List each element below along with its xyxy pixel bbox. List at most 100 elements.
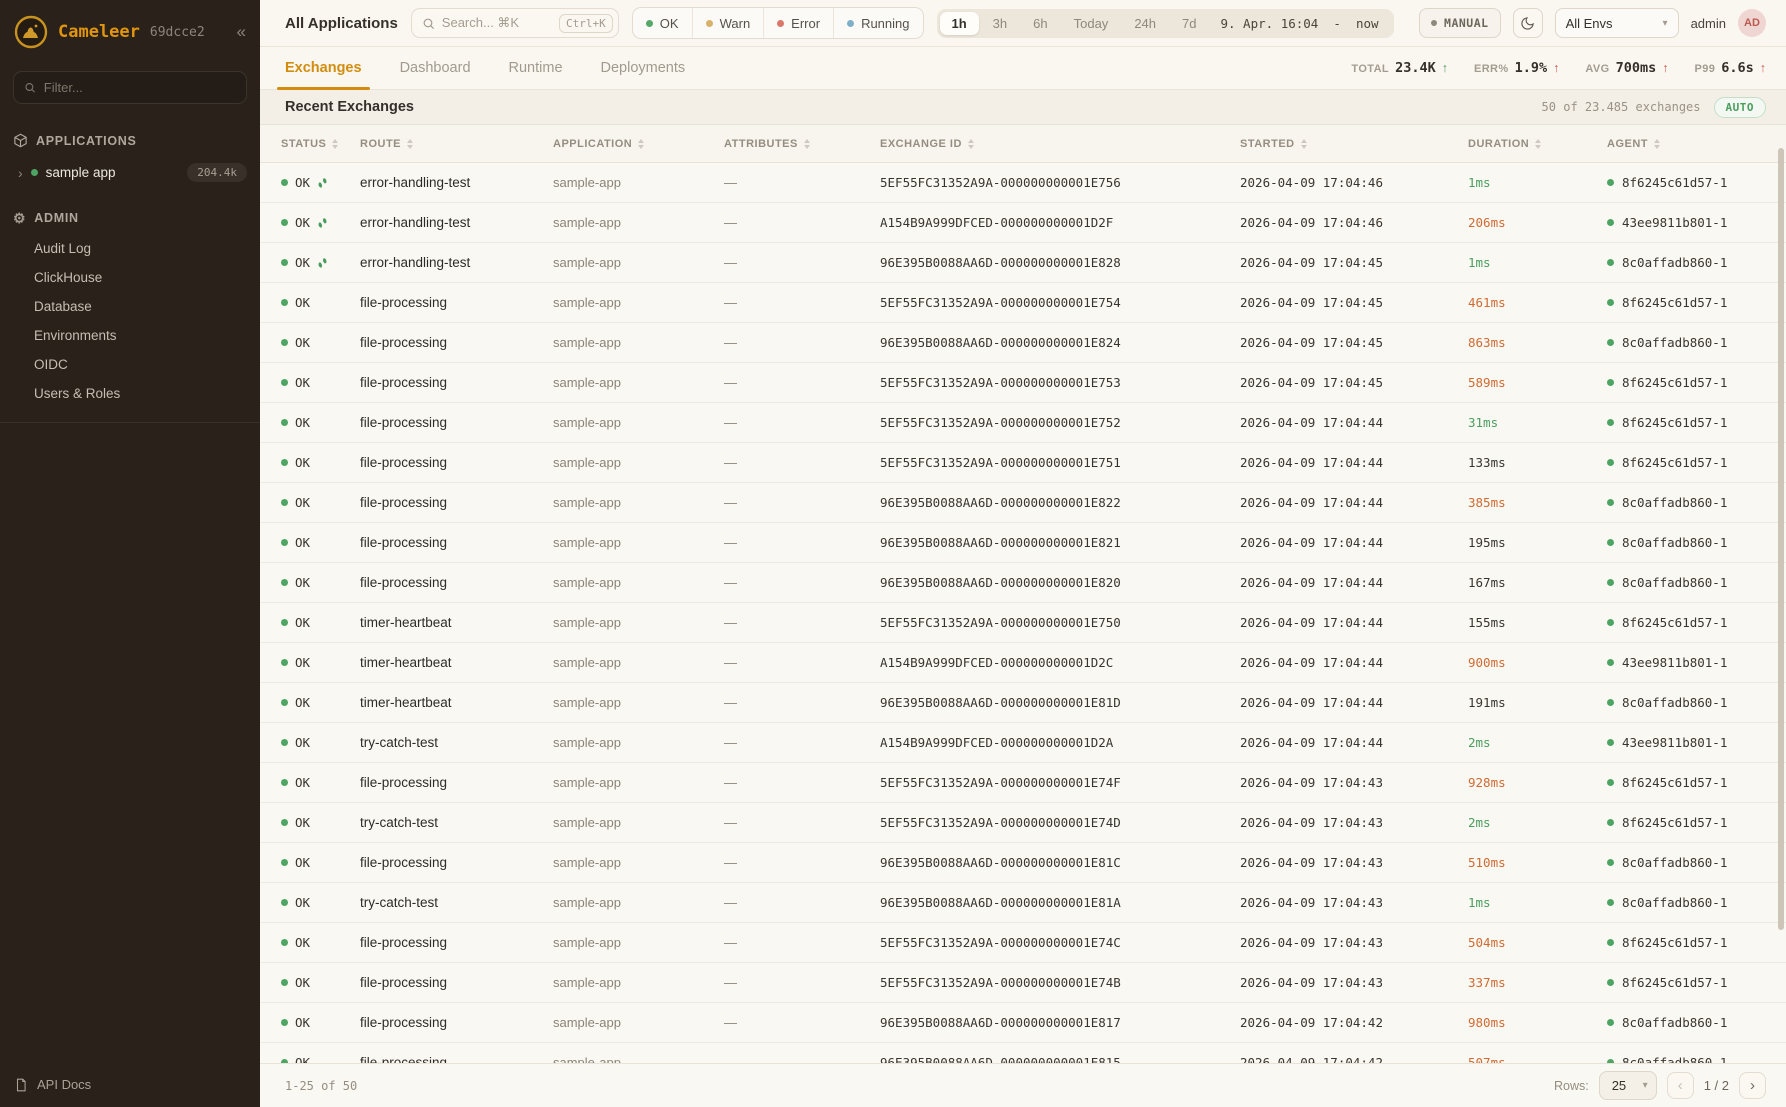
sidebar-collapse-icon[interactable]: « [237,22,246,42]
table-row[interactable]: OKfile-processingsample-app—96E395B0088A… [260,323,1786,363]
vertical-scrollbar[interactable] [1778,148,1784,930]
column-header-started[interactable]: STARTED [1240,138,1468,150]
exchange-id-cell: 5EF55FC31352A9A-000000000001E756 [880,175,1240,190]
status-filter-error[interactable]: Error [763,8,833,38]
stat-p99: P996.6s↑ [1694,60,1766,76]
table-row[interactable]: OKfile-processingsample-app—96E395B0088A… [260,563,1786,603]
status-ok-dot-icon [281,459,288,466]
search-box[interactable]: Search... ⌘K Ctrl+K [411,8,619,38]
rows-per-page-select[interactable]: 25 ▾ [1599,1071,1657,1100]
status-filter-label: OK [660,16,679,31]
column-header-attributes[interactable]: ATTRIBUTES [724,138,880,150]
column-header-label: STARTED [1240,138,1295,150]
table-row[interactable]: OKtimer-heartbeatsample-app—5EF55FC31352… [260,603,1786,643]
table-row[interactable]: OKtry-catch-testsample-app—96E395B0088AA… [260,883,1786,923]
tab-deployments[interactable]: Deployments [601,47,686,89]
column-header-status[interactable]: STATUS [281,138,360,150]
status-label: OK [295,1015,310,1030]
table-row[interactable]: OKfile-processingsample-app—96E395B0088A… [260,843,1786,883]
status-filter-ok[interactable]: OK [633,8,692,38]
tab-dashboard[interactable]: Dashboard [400,47,471,89]
dark-mode-toggle[interactable] [1513,8,1543,38]
exchange-status-cell: OK [281,735,360,750]
table-row[interactable]: OKfile-processingsample-app—5EF55FC31352… [260,363,1786,403]
table-row[interactable]: OKfile-processingsample-app—5EF55FC31352… [260,923,1786,963]
table-row[interactable]: OKfile-processingsample-app—96E395B0088A… [260,523,1786,563]
table-row[interactable]: OKtimer-heartbeatsample-app—96E395B0088A… [260,683,1786,723]
chevron-right-icon[interactable]: › [18,165,23,181]
table-row[interactable]: OKfile-processingsample-app—5EF55FC31352… [260,283,1786,323]
manual-refresh-button[interactable]: MANUAL [1419,8,1501,38]
agent-status-dot-icon [1607,459,1614,466]
time-range-24h[interactable]: 24h [1122,12,1168,35]
table-title: Recent Exchanges [285,99,414,115]
table-footer: 1-25 of 50 Rows: 25 ▾ ‹ 1 / 2 › [260,1063,1786,1107]
tab-exchanges[interactable]: Exchanges [285,47,362,89]
started-cell: 2026-04-09 17:04:43 [1240,815,1468,830]
exchange-id-cell: 5EF55FC31352A9A-000000000001E753 [880,375,1240,390]
agent-name: 8f6245c61d57-1 [1622,415,1727,430]
column-header-agent[interactable]: AGENT [1607,138,1786,150]
started-cell: 2026-04-09 17:04:44 [1240,695,1468,710]
stat-label: AVG [1585,63,1609,75]
prev-page-button[interactable]: ‹ [1667,1072,1694,1099]
table-row[interactable]: OKfile-processingsample-app—96E395B0088A… [260,1043,1786,1063]
exchange-id-cell: 96E395B0088AA6D-000000000001E820 [880,575,1240,590]
time-range-3h[interactable]: 3h [981,12,1019,35]
status-filter-group: OK WarnErrorRunning [632,7,924,39]
auto-refresh-badge[interactable]: AUTO [1714,97,1767,118]
column-header-application[interactable]: APPLICATION [553,138,724,150]
column-header-exchange-id[interactable]: EXCHANGE ID [880,138,1240,150]
table-row[interactable]: OKtry-catch-testsample-app—A154B9A999DFC… [260,723,1786,763]
duration-cell: 1ms [1468,255,1607,270]
attributes-cell: — [724,735,880,750]
api-docs-link[interactable]: API Docs [0,1062,260,1107]
table-row[interactable]: OKerror-handling-testsample-app—5EF55FC3… [260,163,1786,203]
sidebar-item-clickhouse[interactable]: ClickHouse [0,263,260,292]
table-row[interactable]: OKtimer-heartbeatsample-app—A154B9A999DF… [260,643,1786,683]
table-row[interactable]: OKfile-processingsample-app—5EF55FC31352… [260,963,1786,1003]
sidebar-item-sample-app[interactable]: › sample app 204.4k [0,157,260,188]
sidebar-item-users-roles[interactable]: Users & Roles [0,379,260,408]
agent-name: 8c0affadb860-1 [1622,255,1727,270]
agent-cell: 8f6245c61d57-1 [1607,415,1786,430]
table-row[interactable]: OKerror-handling-testsample-app—96E395B0… [260,243,1786,283]
column-header-duration[interactable]: DURATION [1468,138,1607,150]
table-row[interactable]: OKfile-processingsample-app—96E395B0088A… [260,483,1786,523]
attributes-cell: — [724,175,880,190]
sidebar-item-database[interactable]: Database [0,292,260,321]
filter-input[interactable] [44,80,236,95]
agent-status-dot-icon [1607,339,1614,346]
tab-runtime[interactable]: Runtime [509,47,563,89]
time-range-display[interactable]: 9. Apr. 16:04 - now [1210,16,1390,31]
table-row[interactable]: OKfile-processingsample-app—5EF55FC31352… [260,763,1786,803]
sidebar-item-oidc[interactable]: OIDC [0,350,260,379]
avatar[interactable]: AD [1738,9,1766,37]
exchange-status-cell: OK [281,215,360,230]
sidebar-item-audit-log[interactable]: Audit Log [0,234,260,263]
table-row[interactable]: OKerror-handling-testsample-app—A154B9A9… [260,203,1786,243]
column-header-route[interactable]: ROUTE [360,138,553,150]
status-filter-warn[interactable]: Warn [692,8,764,38]
agent-name: 8c0affadb860-1 [1622,535,1727,550]
table-row[interactable]: OKfile-processingsample-app—5EF55FC31352… [260,443,1786,483]
time-range-6h[interactable]: 6h [1021,12,1059,35]
status-ok-dot-icon [281,699,288,706]
table-row[interactable]: OKfile-processingsample-app—96E395B0088A… [260,1003,1786,1043]
table-row[interactable]: OKtry-catch-testsample-app—5EF55FC31352A… [260,803,1786,843]
table-row[interactable]: OKfile-processingsample-app—5EF55FC31352… [260,403,1786,443]
redelivery-icon [317,217,328,229]
sidebar-item-environments[interactable]: Environments [0,321,260,350]
env-select[interactable]: All Envs ▾ [1555,8,1679,38]
scope-selector[interactable]: All Applications [285,15,398,32]
exchange-id-cell: A154B9A999DFCED-000000000001D2C [880,655,1240,670]
next-page-button[interactable]: › [1739,1072,1766,1099]
pagination-controls: Rows: 25 ▾ ‹ 1 / 2 › [1554,1071,1766,1100]
sidebar-filter-box[interactable] [13,71,247,104]
agent-cell: 8c0affadb860-1 [1607,695,1786,710]
time-range-7d[interactable]: 7d [1170,12,1208,35]
status-filter-running[interactable]: Running [833,8,922,38]
time-range-today[interactable]: Today [1062,12,1121,35]
time-range-1h[interactable]: 1h [940,12,979,35]
column-header-label: STATUS [281,138,326,150]
